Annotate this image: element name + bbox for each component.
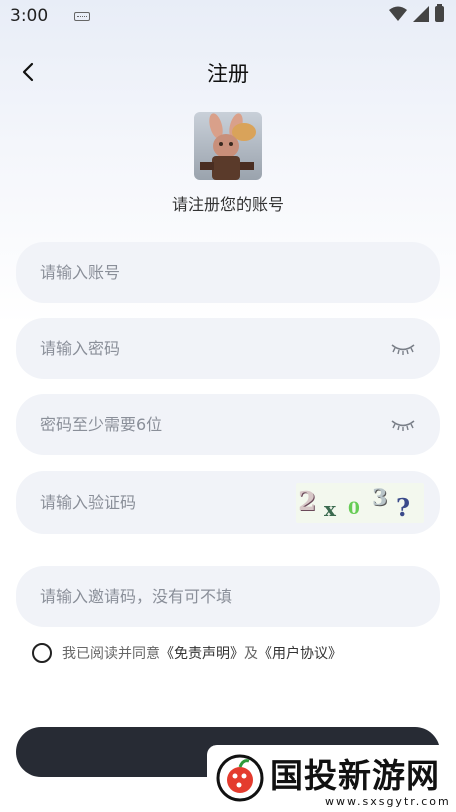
agreement-text: 我已阅读并同意《免责声明》及《用户协议》 [62, 643, 342, 663]
eye-closed-icon[interactable] [390, 418, 416, 432]
watermark: 国投新游网 www.sxsgytr.com [207, 745, 456, 812]
agreement-prefix: 我已阅读并同意 [62, 646, 160, 662]
captcha-char: x [324, 496, 336, 521]
watermark-logo [216, 754, 264, 802]
avatar [194, 112, 262, 180]
confirm-password-field [16, 394, 440, 455]
watermark-url: www.sxsgytr.com [325, 795, 451, 808]
captcha-input[interactable] [40, 482, 296, 523]
wifi-icon [389, 6, 407, 21]
confirm-password-input[interactable] [40, 404, 390, 445]
agreement-row: 我已阅读并同意《免责声明》及《用户协议》 [32, 643, 342, 663]
page-title: 注册 [207, 62, 249, 86]
captcha-char: 2 [298, 486, 317, 517]
captcha-image[interactable]: 2 x 0 3 ? [296, 482, 424, 523]
invite-code-input[interactable] [40, 576, 416, 617]
watermark-title: 国投新游网 [270, 756, 440, 795]
battery-icon [435, 4, 444, 22]
eye-closed-icon[interactable] [390, 342, 416, 356]
user-agreement-link[interactable]: 《用户协议》 [258, 646, 342, 662]
account-field [16, 242, 440, 303]
keyboard-icon [74, 11, 91, 21]
account-input[interactable] [40, 252, 416, 293]
invite-code-field [16, 566, 440, 627]
status-time: 3:00 [10, 6, 49, 26]
agreement-and: 及 [244, 646, 258, 662]
password-field [16, 318, 440, 379]
agree-radio[interactable] [32, 643, 52, 663]
status-icons [389, 4, 444, 22]
captcha-field: 2 x 0 3 ? [16, 471, 440, 534]
subtitle: 请注册您的账号 [171, 195, 284, 214]
captcha-char: 0 [348, 498, 360, 519]
password-input[interactable] [40, 328, 390, 369]
status-bar: 3:00 [0, 0, 456, 32]
header: 注册 [0, 52, 456, 92]
disclaimer-link[interactable]: 《免责声明》 [160, 646, 244, 662]
captcha-char: 3 [372, 484, 388, 511]
signal-icon [413, 6, 429, 22]
captcha-char: ? [396, 492, 411, 522]
